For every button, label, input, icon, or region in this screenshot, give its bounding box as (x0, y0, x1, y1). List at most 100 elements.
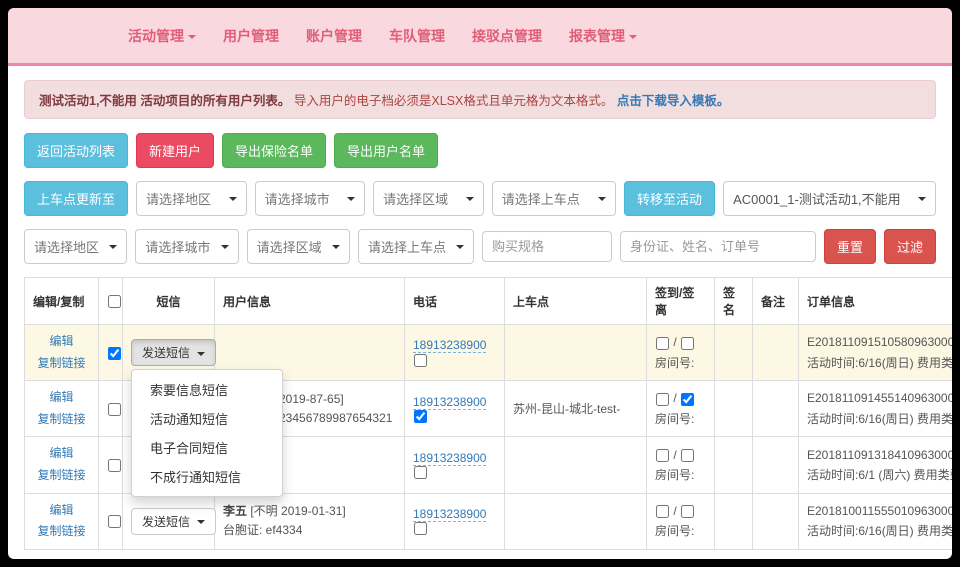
phone-link[interactable]: 18913238900 (413, 451, 486, 466)
reset-button[interactable]: 重置 (824, 229, 876, 264)
user-table: 编辑/复制 短信 用户信息 电话 上车点 签到/签离 签名 备注 订单信息 编辑 (24, 277, 952, 550)
menu-item-cancel-notice-sms[interactable]: 不成行通知短信 (132, 462, 282, 491)
phone-link[interactable]: 18913238900 (413, 507, 486, 522)
signature-cell (715, 437, 753, 493)
chevron-down-icon (347, 197, 355, 201)
purchase-spec-input[interactable] (482, 231, 612, 262)
menu-item-e-contract-sms[interactable]: 电子合同短信 (132, 433, 282, 462)
back-to-activity-list-button[interactable]: 返回活动列表 (24, 133, 128, 168)
phone-checkbox[interactable] (414, 354, 427, 367)
chevron-down-icon (197, 520, 205, 524)
export-insurance-list-button[interactable]: 导出保险名单 (222, 133, 326, 168)
phone-link[interactable]: 18913238900 (413, 395, 486, 410)
nav-report-management[interactable]: 报表管理 (569, 26, 637, 46)
phone-checkbox[interactable] (414, 410, 427, 423)
chevron-down-icon (466, 197, 474, 201)
import-hint-alert: 测试活动1,不能用 活动项目的所有用户列表。 导入用户的电子档必须是XLSX格式… (24, 80, 936, 119)
room-number-label: 房间号: (655, 524, 694, 538)
city-select[interactable]: 请选择城市 (255, 181, 366, 216)
checkout-checkbox[interactable] (681, 337, 694, 350)
checkin-checkbox[interactable] (656, 505, 669, 518)
row-checkbox[interactable] (108, 459, 121, 472)
table-row: 编辑 复制链接 发送短信 李五 [不明 2019-01-31] 台胞证: ef4… (25, 493, 953, 549)
copy-link[interactable]: 复制链接 (37, 468, 85, 482)
user-info-cell: 李五 [不明 2019-01-31] 台胞证: ef4334 (215, 493, 405, 549)
phone-link[interactable]: 18913238900 (413, 338, 486, 353)
room-number-label: 房间号: (655, 356, 694, 370)
export-user-list-button[interactable]: 导出用户名单 (334, 133, 438, 168)
order-detail: 活动时间:6/16(周日) 费用类型 (807, 524, 952, 538)
checkin-checkbox[interactable] (656, 393, 669, 406)
chevron-down-icon (332, 245, 340, 249)
main-content: 测试活动1,不能用 活动项目的所有用户列表。 导入用户的电子档必须是XLSX格式… (8, 66, 952, 559)
chevron-down-icon (456, 245, 464, 249)
checkout-checkbox[interactable] (681, 449, 694, 462)
header-signature: 签名 (715, 278, 753, 325)
menu-item-activity-notice-sms[interactable]: 活动通知短信 (132, 404, 282, 433)
search-input[interactable] (620, 231, 816, 262)
target-activity-select[interactable]: AC0001_1-测试活动1,不能用 (723, 181, 936, 216)
edit-link[interactable]: 编辑 (49, 390, 73, 404)
chevron-down-icon (221, 245, 229, 249)
note-cell (753, 493, 799, 549)
header-checkin-checkout: 签到/签离 (647, 278, 715, 325)
pickup-point-cell: 苏州-昆山-城北-test- (505, 381, 647, 437)
header-sms: 短信 (123, 278, 215, 325)
chevron-down-icon (629, 35, 637, 39)
send-sms-button[interactable]: 发送短信 (131, 508, 216, 535)
header-order-info: 订单信息 (799, 278, 953, 325)
edit-link[interactable]: 编辑 (49, 503, 73, 517)
download-template-link[interactable]: 点击下载导入模板。 (617, 94, 730, 108)
edit-link[interactable]: 编辑 (49, 334, 73, 348)
alert-body: 导入用户的电子档必须是XLSX格式且单元格为文本格式。 (294, 94, 613, 108)
chevron-down-icon (229, 197, 237, 201)
filter-button[interactable]: 过滤 (884, 229, 936, 264)
room-number-label: 房间号: (655, 412, 694, 426)
send-sms-button[interactable]: 发送短信 (131, 339, 216, 366)
alert-title: 测试活动1,不能用 活动项目的所有用户列表。 (39, 94, 290, 108)
phone-checkbox[interactable] (414, 466, 427, 479)
row-checkbox[interactable] (108, 515, 121, 528)
chevron-down-icon (918, 197, 926, 201)
filter-pickup-point-select[interactable]: 请选择上车点 (358, 229, 474, 264)
chevron-down-icon (188, 35, 196, 39)
table-row: 编辑 复制链接 发送短信 索要信息短信 活动通知短信 电子合同短信 不成行通知短… (25, 325, 953, 381)
district-select[interactable]: 请选择区域 (373, 181, 484, 216)
header-pickup-point: 上车点 (505, 278, 647, 325)
app-window: 活动管理 用户管理 账户管理 车队管理 接驳点管理 报表管理 测试活动1,不能用… (8, 8, 952, 559)
pickup-point-cell (505, 325, 647, 381)
region-select[interactable]: 请选择地区 (136, 181, 247, 216)
checkin-checkbox[interactable] (656, 449, 669, 462)
transfer-to-activity-button[interactable]: 转移至活动 (624, 181, 715, 216)
nav-pickup-point-management[interactable]: 接驳点管理 (472, 26, 542, 46)
room-number-label: 房间号: (655, 468, 694, 482)
edit-link[interactable]: 编辑 (49, 446, 73, 460)
copy-link[interactable]: 复制链接 (37, 524, 85, 538)
menu-item-request-info-sms[interactable]: 索要信息短信 (132, 375, 282, 404)
new-user-button[interactable]: 新建用户 (136, 133, 214, 168)
order-id: E20181109145514096300019 (807, 391, 952, 405)
order-id: E20181109131841096300031 (807, 448, 952, 462)
checkout-checkbox[interactable] (681, 505, 694, 518)
row-checkbox[interactable] (108, 347, 121, 360)
pickup-transfer-row: 上车点更新至 请选择地区 请选择城市 请选择区域 请选择上车点 转移至活动 AC… (24, 181, 936, 216)
nav-account-management[interactable]: 账户管理 (306, 26, 362, 46)
nav-fleet-management[interactable]: 车队管理 (389, 26, 445, 46)
pickup-point-select[interactable]: 请选择上车点 (492, 181, 616, 216)
update-pickup-point-button[interactable]: 上车点更新至 (24, 181, 128, 216)
checkin-checkbox[interactable] (656, 337, 669, 350)
copy-link[interactable]: 复制链接 (37, 356, 85, 370)
checkout-checkbox[interactable] (681, 393, 694, 406)
order-id: E20181109151058096300025 (807, 335, 952, 349)
filter-district-select[interactable]: 请选择区域 (247, 229, 350, 264)
filter-city-select[interactable]: 请选择城市 (135, 229, 238, 264)
row-checkbox[interactable] (108, 403, 121, 416)
top-navbar: 活动管理 用户管理 账户管理 车队管理 接驳点管理 报表管理 (8, 8, 952, 66)
phone-checkbox[interactable] (414, 522, 427, 535)
nav-activity-management[interactable]: 活动管理 (128, 26, 196, 46)
copy-link[interactable]: 复制链接 (37, 412, 85, 426)
order-detail: 活动时间:6/1 (周六) 费用类型 (807, 468, 952, 482)
select-all-checkbox[interactable] (108, 295, 121, 308)
nav-user-management[interactable]: 用户管理 (223, 26, 279, 46)
filter-region-select[interactable]: 请选择地区 (24, 229, 127, 264)
